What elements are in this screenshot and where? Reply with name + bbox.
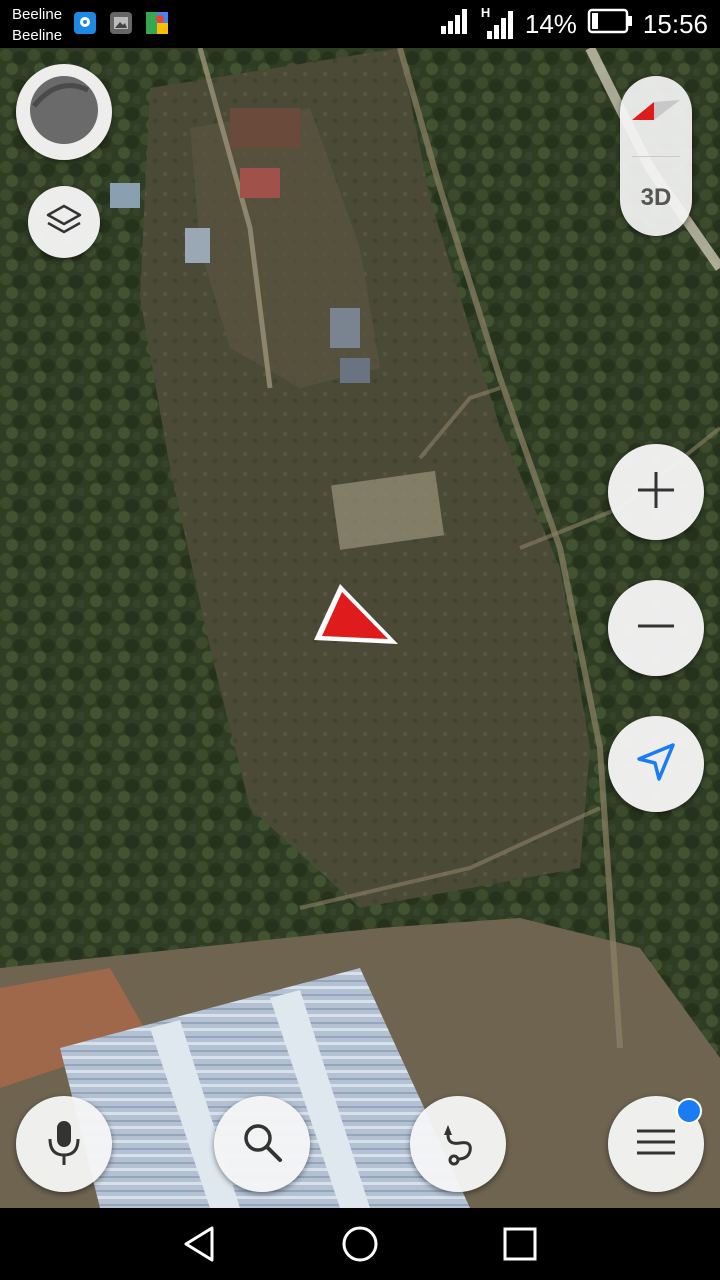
layers-button[interactable] [28, 186, 100, 258]
signal-icon [439, 8, 471, 41]
route-icon [436, 1117, 480, 1172]
search-icon [240, 1120, 284, 1169]
profile-avatar-button[interactable] [16, 64, 112, 160]
compass-divider [632, 156, 680, 157]
zoom-out-button[interactable] [608, 580, 704, 676]
route-button[interactable] [410, 1096, 506, 1192]
maps-icon [146, 12, 168, 34]
notification-dot [676, 1098, 702, 1124]
battery-percent: 14% [524, 8, 577, 39]
plus-icon [634, 468, 678, 517]
battery-icon [587, 8, 633, 41]
carrier-line-2: Beeline [12, 27, 63, 44]
hamburger-menu-icon [635, 1127, 677, 1162]
zoom-in-button[interactable] [608, 444, 704, 540]
layers-icon [44, 200, 84, 245]
clock: 15:56 [642, 8, 708, 39]
minus-icon [634, 604, 678, 653]
location-app-icon [74, 12, 96, 34]
compass-3d-toggle[interactable]: 3D [620, 76, 692, 236]
status-bar: Beeline Beeline H 14% 15:56 [0, 0, 720, 48]
voice-search-button[interactable] [16, 1096, 112, 1192]
signal-h-icon: H [481, 5, 515, 39]
navigation-arrow-icon [633, 739, 679, 790]
menu-button[interactable] [608, 1096, 704, 1192]
carrier-names: Beeline Beeline [12, 4, 62, 46]
current-location-arrow [310, 582, 402, 648]
3d-label: 3D [640, 184, 672, 211]
android-nav-bar [0, 1208, 720, 1280]
gallery-icon [110, 12, 132, 34]
back-icon[interactable] [180, 1224, 220, 1269]
compass-icon [630, 96, 682, 131]
my-location-button[interactable] [608, 716, 704, 812]
home-icon[interactable] [340, 1224, 380, 1269]
avatar-icon [28, 74, 100, 151]
microphone-icon [44, 1117, 84, 1172]
status-right: H 14% 15:56 [439, 5, 708, 41]
recents-icon[interactable] [500, 1224, 540, 1269]
search-button[interactable] [214, 1096, 310, 1192]
carrier-line-1: Beeline [12, 6, 63, 23]
